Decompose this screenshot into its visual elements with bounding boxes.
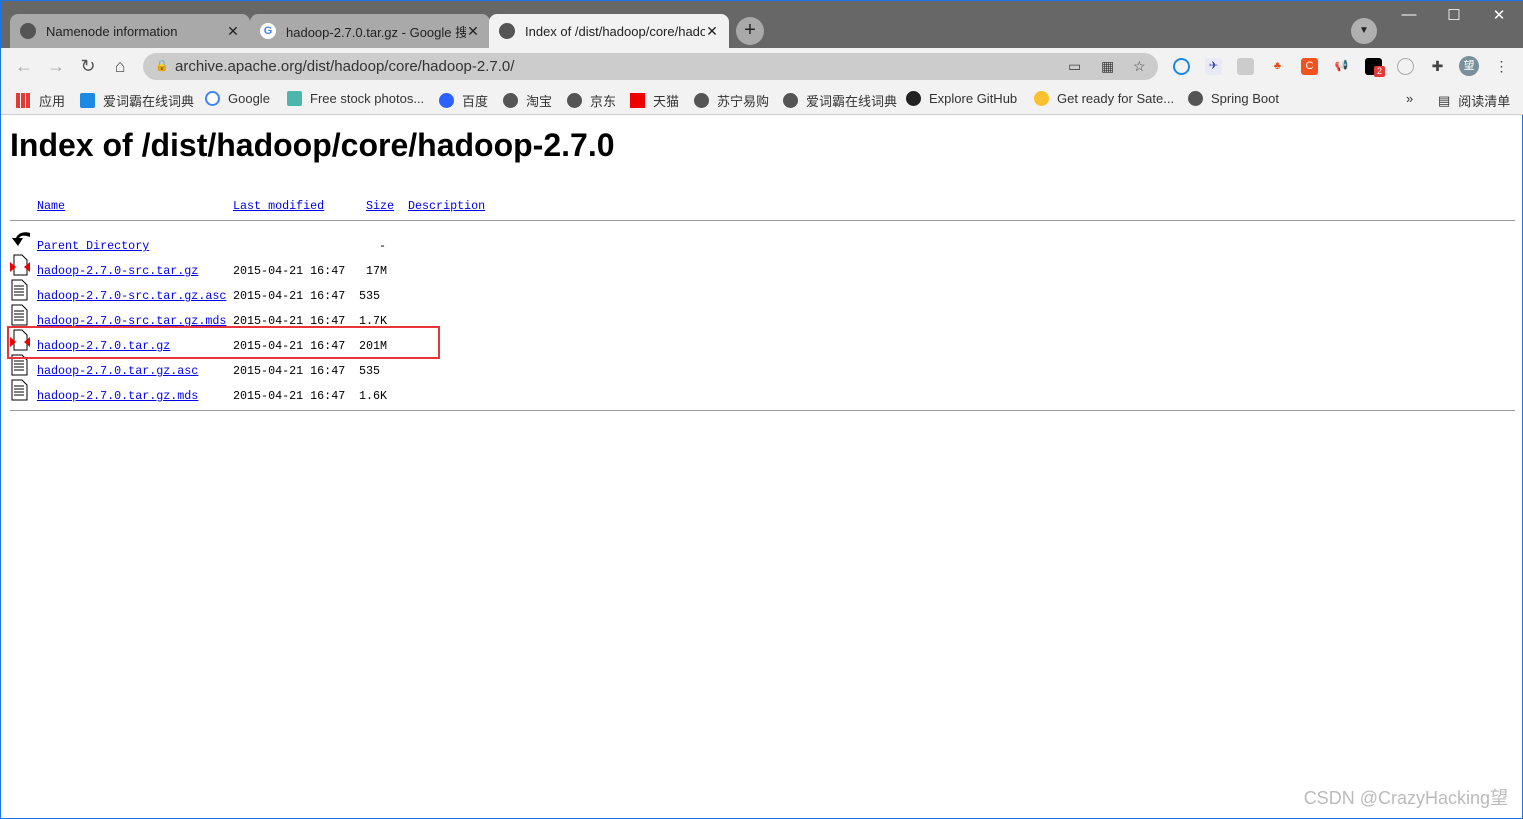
reading-list-icon: ▤: [1438, 92, 1451, 108]
tab-search-button[interactable]: ▼: [1351, 18, 1377, 44]
watermark: CSDN @CrazyHacking望: [1303, 788, 1508, 808]
bookmark-apps[interactable]: 应用: [16, 91, 65, 110]
minimize-button[interactable]: —: [1394, 6, 1424, 23]
sort-size-link[interactable]: Size: [366, 199, 394, 213]
extension-icon[interactable]: [1237, 58, 1254, 75]
file-modified: 2015-04-21 16:47: [233, 264, 346, 278]
apps-icon: [16, 93, 31, 108]
avatar[interactable]: 望: [1459, 56, 1479, 76]
file-modified: 2015-04-21 16:47: [233, 364, 346, 378]
parent-directory-link[interactable]: Parent Directory: [37, 239, 149, 253]
back-button[interactable]: ←: [13, 56, 35, 77]
globe-icon: [503, 93, 518, 108]
forward-button[interactable]: →: [45, 56, 67, 77]
divider: [10, 220, 1515, 221]
extension-icon[interactable]: 2: [1365, 58, 1385, 77]
bookmark-item[interactable]: 爱词霸在线词典: [783, 91, 897, 110]
bookmark-item[interactable]: 天猫: [630, 91, 679, 110]
qr-icon[interactable]: ▦: [1101, 53, 1114, 80]
globe-icon: [499, 23, 515, 39]
bookmarks-bar: 应用 爱词霸在线词典 Google Free stock photos... 百…: [1, 84, 1523, 115]
divider: [10, 410, 1515, 411]
file-size: 535: [359, 289, 381, 303]
bookmark-item[interactable]: 苏宁易购: [694, 91, 769, 110]
bookmark-item[interactable]: Get ready for Sate...: [1034, 91, 1174, 106]
sort-name-link[interactable]: Name: [37, 199, 65, 213]
bookmark-item[interactable]: Explore GitHub: [906, 91, 1017, 106]
globe-icon: [783, 93, 798, 108]
sort-description-link[interactable]: Description: [408, 199, 485, 213]
file-modified: 2015-04-21 16:47: [233, 289, 346, 303]
menu-icon[interactable]: ⋮: [1493, 58, 1510, 75]
file-link[interactable]: hadoop-2.7.0.tar.gz.mds: [37, 389, 198, 403]
tab-strip: Namenode information ✕ Ghadoop-2.7.0.tar.…: [1, 1, 1523, 48]
cast-icon[interactable]: ▭: [1068, 53, 1081, 80]
chrome-icon: [1034, 91, 1049, 106]
file-size: 535: [359, 364, 381, 378]
file-link[interactable]: hadoop-2.7.0-src.tar.gz: [37, 264, 198, 278]
bookmark-item[interactable]: 京东: [567, 91, 616, 110]
globe-icon: [694, 93, 709, 108]
file-size: 17M: [366, 264, 388, 278]
text-file-icon: [10, 304, 28, 326]
maximize-button[interactable]: ☐: [1439, 6, 1469, 24]
google-icon: [205, 91, 220, 106]
bookmark-star-icon[interactable]: ☆: [1133, 53, 1146, 80]
reload-button[interactable]: ↻: [77, 56, 99, 77]
file-size: 1.6K: [359, 389, 388, 403]
highlight-box: [7, 326, 440, 359]
tab-google[interactable]: Ghadoop-2.7.0.tar.gz - Google 搜 ✕: [250, 14, 490, 48]
iciba-icon: [80, 93, 95, 108]
megaphone-icon[interactable]: 📢: [1333, 58, 1350, 75]
page-title: Index of /dist/hadoop/core/hadoop-2.7.0: [10, 127, 615, 163]
bookmark-item[interactable]: 爱词霸在线词典: [80, 91, 194, 110]
text-file-icon: [10, 279, 28, 301]
file-modified: 2015-04-21 16:47: [233, 389, 346, 403]
bookmark-item[interactable]: 百度: [439, 91, 488, 110]
extension-icon[interactable]: ✈: [1205, 58, 1222, 75]
text-file-icon: [10, 379, 28, 401]
puzzle-icon[interactable]: ✚: [1429, 58, 1446, 75]
baidu-icon: [439, 93, 454, 108]
back-arrow-icon: [10, 229, 30, 250]
home-button[interactable]: ⌂: [109, 56, 131, 77]
new-tab-button[interactable]: +: [736, 17, 764, 45]
globe-icon: [20, 23, 36, 39]
close-tab-icon[interactable]: ✕: [466, 23, 480, 40]
globe-icon: [1188, 91, 1203, 106]
toolbar: ← → ↻ ⌂ 🔒 archive.apache.org/dist/hadoop…: [1, 48, 1523, 84]
globe-icon: [567, 93, 582, 108]
file-link[interactable]: hadoop-2.7.0-src.tar.gz.asc: [37, 289, 226, 303]
bookmark-item[interactable]: Google: [205, 91, 270, 106]
bookmark-item[interactable]: Free stock photos...: [287, 91, 424, 106]
tmall-icon: [630, 93, 645, 108]
extension-icon[interactable]: ♣: [1269, 58, 1286, 75]
lock-icon: 🔒: [155, 60, 169, 72]
file-size: -: [379, 239, 387, 253]
extension-icon[interactable]: C: [1301, 58, 1318, 75]
bookmark-item[interactable]: 淘宝: [503, 91, 552, 110]
tab-namenode[interactable]: Namenode information ✕: [10, 14, 250, 48]
tab-index[interactable]: Index of /dist/hadoop/core/hadoop ✕: [489, 14, 729, 48]
compressed-file-icon: [10, 254, 30, 276]
google-icon: G: [260, 23, 276, 39]
extension-icon[interactable]: [1173, 58, 1190, 75]
github-icon: [906, 91, 921, 106]
close-tab-icon[interactable]: ✕: [226, 23, 240, 40]
bookmarks-overflow-button[interactable]: »: [1406, 91, 1413, 106]
reading-list-button[interactable]: ▤ 阅读清单: [1438, 91, 1510, 110]
close-tab-icon[interactable]: ✕: [705, 23, 719, 40]
bookmark-item[interactable]: Spring Boot: [1188, 91, 1279, 106]
pexels-icon: [287, 91, 302, 106]
close-window-button[interactable]: ✕: [1484, 6, 1514, 24]
address-bar[interactable]: 🔒 archive.apache.org/dist/hadoop/core/ha…: [143, 53, 1158, 80]
sort-modified-link[interactable]: Last modified: [233, 199, 324, 213]
file-link[interactable]: hadoop-2.7.0.tar.gz.asc: [37, 364, 198, 378]
extension-icon[interactable]: [1397, 58, 1414, 75]
